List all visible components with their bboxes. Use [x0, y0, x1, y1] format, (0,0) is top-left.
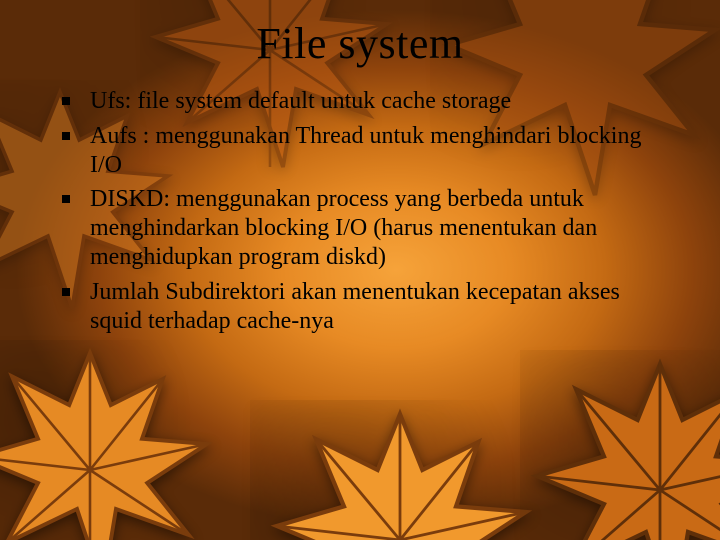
leaf-icon	[520, 350, 720, 540]
list-item: Aufs : menggunakan Thread untuk menghind…	[60, 122, 674, 180]
slide-content: File system Ufs: file system default unt…	[0, 0, 720, 335]
slide-title: File system	[40, 18, 680, 69]
list-item: Jumlah Subdirektori akan menentukan kece…	[60, 278, 674, 336]
bullet-list: Ufs: file system default untuk cache sto…	[40, 87, 680, 335]
slide: File system Ufs: file system default unt…	[0, 0, 720, 540]
list-item: Ufs: file system default untuk cache sto…	[60, 87, 674, 116]
leaf-icon	[250, 400, 550, 540]
leaf-icon	[0, 340, 220, 540]
list-item: DISKD: menggunakan process yang berbeda …	[60, 185, 674, 271]
